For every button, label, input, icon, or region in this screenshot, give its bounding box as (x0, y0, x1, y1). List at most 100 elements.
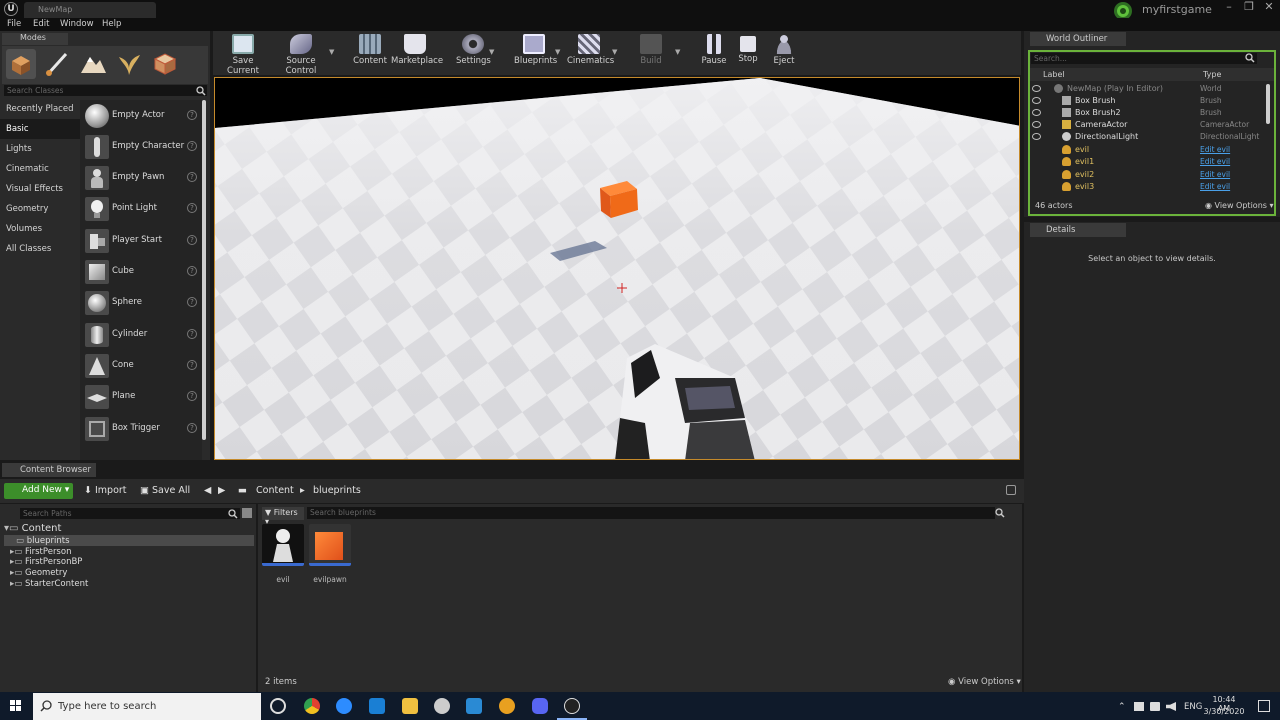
breadcrumb-content[interactable]: Content (256, 485, 294, 496)
category-cinematic[interactable]: Cinematic (0, 159, 80, 179)
search-paths-input[interactable]: Search Paths (20, 508, 240, 519)
category-geometry[interactable]: Geometry (0, 199, 80, 219)
help-icon[interactable]: ? (187, 266, 197, 276)
battery-icon[interactable] (1150, 702, 1160, 711)
menu-window[interactable]: Window (60, 19, 94, 29)
search-icon[interactable] (1245, 53, 1255, 63)
geometry-mode-icon[interactable] (150, 49, 180, 79)
place-item-player-start[interactable]: Player Start? (82, 226, 200, 256)
minimize-button[interactable]: – (1222, 0, 1236, 14)
outliner-row-evil[interactable]: evil Edit evil (1030, 144, 1266, 156)
category-basic[interactable]: Basic (0, 119, 80, 139)
tree-item-blueprints[interactable]: ▭ blueprints (16, 536, 70, 546)
filters-button[interactable]: ▼ Filters ▾ (262, 507, 304, 526)
place-item-plane[interactable]: Plane? (82, 382, 200, 412)
windows-start-icon[interactable] (0, 692, 32, 720)
settings-button[interactable]: Settings (456, 34, 491, 66)
level-viewport[interactable] (214, 77, 1020, 460)
category-volumes[interactable]: Volumes (0, 219, 80, 239)
marketplace-button[interactable]: Marketplace (391, 34, 443, 66)
cinematics-dropdown-icon[interactable]: ▼ (612, 48, 617, 56)
menu-file[interactable]: File (7, 19, 21, 29)
menu-edit[interactable]: Edit (33, 19, 49, 29)
category-all-classes[interactable]: All Classes (0, 239, 80, 259)
level-tab[interactable]: NewMap (24, 2, 156, 18)
blueprints-button[interactable]: Blueprints (514, 34, 557, 66)
place-item-empty-actor[interactable]: Empty Actor? (82, 101, 200, 131)
eject-button[interactable]: Eject (771, 34, 797, 66)
source-control-button[interactable]: Source Control (272, 34, 330, 76)
import-button[interactable]: ⬇ Import (84, 485, 127, 496)
outliner-row-box-brush[interactable]: Box Brush Brush (1030, 95, 1266, 107)
clock-date[interactable]: 3/30/2020 (1200, 707, 1248, 716)
outliner-row-evil2[interactable]: evil2 Edit evil (1030, 169, 1266, 181)
breadcrumb-blueprints[interactable]: blueprints (313, 485, 361, 496)
placeable-scrollbar[interactable] (202, 100, 206, 440)
lock-icon[interactable] (1006, 485, 1016, 495)
cb-view-options[interactable]: ◉ View Options ▾ (948, 677, 1021, 687)
file-explorer-icon[interactable] (402, 698, 418, 714)
help-icon[interactable]: ? (187, 172, 197, 182)
search-icon[interactable] (196, 86, 206, 96)
help-icon[interactable]: ? (187, 235, 197, 245)
help-icon[interactable]: ? (187, 203, 197, 213)
unreal-taskbar-icon[interactable] (564, 698, 580, 714)
view-options-icon[interactable] (242, 508, 252, 518)
chrome-icon[interactable] (304, 698, 320, 714)
discord-icon[interactable] (532, 698, 548, 714)
help-icon[interactable]: ? (187, 110, 197, 120)
content-button[interactable]: Content (353, 34, 387, 66)
outliner-row-world[interactable]: NewMap (Play In Editor) World (1030, 83, 1266, 95)
help-icon[interactable]: ? (187, 423, 197, 433)
forward-arrow-icon[interactable]: ▶ (218, 485, 225, 496)
add-new-button[interactable]: Add New ▾ (4, 483, 73, 499)
steam-icon[interactable] (434, 698, 450, 714)
eye-icon[interactable] (1032, 109, 1041, 116)
place-item-box-trigger[interactable]: Box Trigger? (82, 414, 200, 444)
tree-item-geometry[interactable]: ▸▭ Geometry (10, 568, 67, 578)
cinematics-button[interactable]: Cinematics (567, 34, 614, 66)
settings-dropdown-icon[interactable]: ▼ (489, 48, 494, 56)
network-icon[interactable] (1134, 702, 1144, 711)
place-item-cylinder[interactable]: Cylinder? (82, 320, 200, 350)
maximize-button[interactable]: ❐ (1242, 0, 1256, 14)
category-visual-effects[interactable]: Visual Effects (0, 179, 80, 199)
eye-icon[interactable] (1032, 133, 1041, 140)
zoom-icon[interactable] (336, 698, 352, 714)
search-icon[interactable] (995, 508, 1005, 518)
category-lights[interactable]: Lights (0, 139, 80, 159)
help-icon[interactable]: ? (187, 329, 197, 339)
asset-evilpawn-thumbnail[interactable] (309, 524, 351, 566)
modes-tab[interactable]: Modes (2, 33, 68, 45)
menu-help[interactable]: Help (102, 19, 121, 29)
outliner-scrollbar[interactable] (1266, 84, 1270, 124)
eye-icon[interactable] (1032, 121, 1041, 128)
tray-chevron-icon[interactable]: ⌃ (1118, 702, 1126, 712)
place-item-sphere[interactable]: Sphere? (82, 288, 200, 318)
blueprints-dropdown-icon[interactable]: ▼ (555, 48, 560, 56)
notifications-icon[interactable] (1258, 700, 1270, 712)
outliner-view-options[interactable]: ◉ View Options ▾ (1205, 201, 1274, 210)
edit-evil-link[interactable]: Edit evil (1200, 170, 1230, 179)
place-item-empty-character[interactable]: Empty Character? (82, 132, 200, 162)
help-icon[interactable]: ? (187, 391, 197, 401)
tree-item-startercontent[interactable]: ▸▭ StarterContent (10, 579, 88, 589)
close-button[interactable]: ✕ (1262, 0, 1276, 14)
edit-evil-link[interactable]: Edit evil (1200, 157, 1230, 166)
world-outliner-tab[interactable]: World Outliner (1030, 32, 1126, 46)
category-recently-placed[interactable]: Recently Placed (0, 99, 80, 119)
outliner-row-evil3[interactable]: evil3 Edit evil (1030, 181, 1266, 193)
edit-evil-link[interactable]: Edit evil (1200, 182, 1230, 191)
back-arrow-icon[interactable]: ◀ (204, 485, 211, 496)
pause-button[interactable]: Pause (700, 34, 728, 66)
paint-mode-icon[interactable] (42, 49, 72, 79)
landscape-mode-icon[interactable] (78, 49, 108, 79)
help-icon[interactable]: ? (187, 360, 197, 370)
source-control-dropdown-icon[interactable]: ▼ (329, 48, 334, 56)
tree-item-firstperson[interactable]: ▸▭ FirstPerson (10, 547, 71, 557)
place-item-empty-pawn[interactable]: Empty Pawn? (82, 163, 200, 193)
help-icon[interactable]: ? (187, 141, 197, 151)
vlc-icon[interactable] (499, 698, 515, 714)
col-label[interactable]: Label (1043, 70, 1065, 79)
details-tab[interactable]: Details (1030, 223, 1126, 237)
